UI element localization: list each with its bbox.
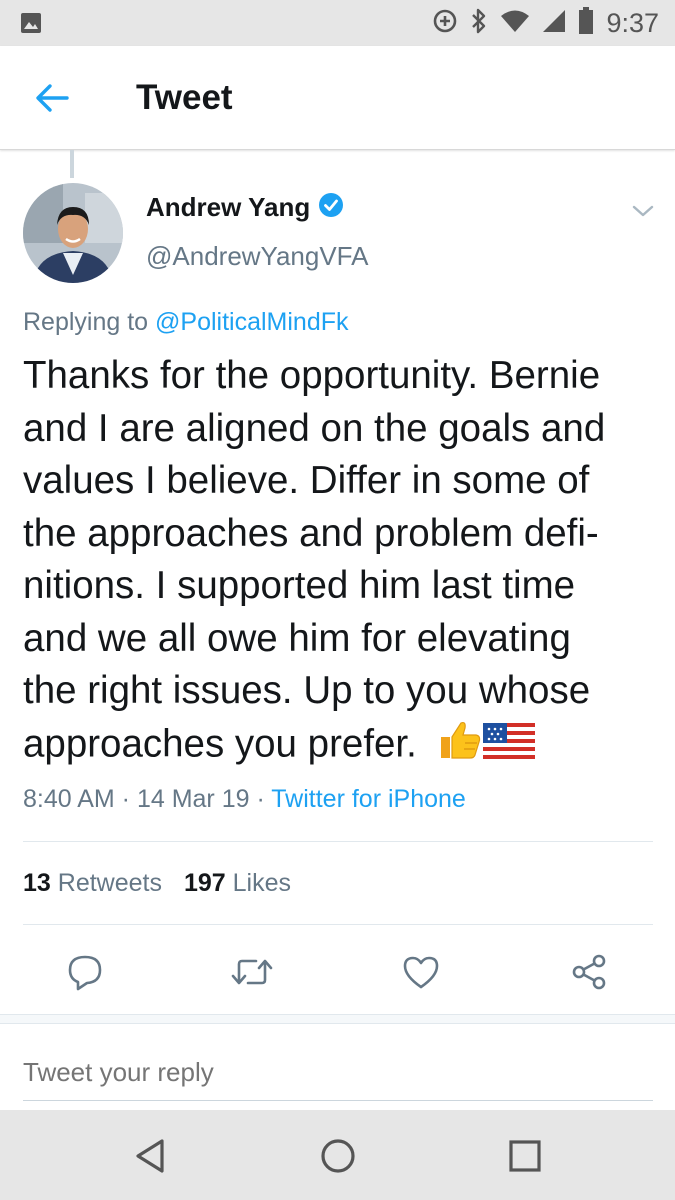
recents-square-icon[interactable] [501, 1132, 549, 1180]
divider [23, 924, 653, 925]
tweet-text-line: Thanks for the opportunity. Bernie [23, 354, 601, 397]
tweet-text-line: the right issues. Up to you whose [23, 669, 591, 712]
emoji-group [437, 718, 535, 775]
tweet-actions [0, 944, 675, 1000]
likes-label: Likes [232, 869, 292, 897]
navigation-bar [0, 1110, 675, 1200]
author-handle[interactable]: @AndrewYangVFA [146, 241, 368, 272]
replying-to-mention[interactable]: @PoliticalMindFk [155, 308, 348, 336]
author-name[interactable]: Andrew Yang [146, 192, 310, 223]
page-title: Tweet [136, 78, 233, 117]
verified-badge-icon [318, 192, 344, 223]
retweet-icon[interactable] [230, 950, 274, 994]
likes-stat[interactable]: 197 Likes [184, 869, 291, 898]
tweet-text-line: and I are aligned on the goals and [23, 406, 606, 450]
retweets-count: 13 [23, 869, 51, 897]
back-triangle-icon[interactable] [126, 1132, 174, 1180]
tweet-text-line: and we all owe him for elevating [23, 616, 571, 660]
bluetooth-icon [470, 7, 488, 40]
status-clock: 9:37 [606, 7, 659, 38]
status-bar: 9:37 [0, 0, 675, 46]
share-icon[interactable] [567, 950, 611, 994]
tweet-text: Thanks for the opportunity. Bernie and I… [23, 350, 663, 770]
data-saver-icon [432, 8, 458, 39]
replying-to-line: Replying to @PoliticalMindFk [23, 308, 349, 337]
meta-separator: · [249, 785, 272, 813]
battery-icon [578, 6, 594, 40]
tweet-source-link[interactable]: Twitter for iPhone [271, 785, 466, 813]
thumbs-up-emoji [440, 721, 480, 759]
reply-input-underline [23, 1100, 653, 1101]
tweet-meta: 8:40 AM · 14 Mar 19 · Twitter for iPhone [23, 785, 466, 814]
likes-count: 197 [183, 869, 226, 897]
retweets-label: Retweets [57, 869, 162, 897]
thread-connector-line [70, 150, 74, 178]
section-separator [0, 1014, 675, 1024]
tweet-text-line: approaches you prefer. [23, 721, 417, 765]
tweet-date: 14 Mar 19 [136, 785, 250, 813]
avatar[interactable] [23, 183, 123, 283]
retweets-stat[interactable]: 13 Retweets [23, 869, 162, 898]
image-icon [20, 12, 42, 39]
tweet-text-line: values I believe. Differ in some of [23, 459, 590, 502]
tweet-time: 8:40 AM [23, 785, 115, 813]
app-bar: Tweet [0, 46, 675, 150]
chevron-down-icon[interactable] [628, 196, 658, 226]
wifi-icon [500, 9, 530, 38]
tweet-stats: 13 Retweets 197 Likes [23, 869, 291, 898]
home-circle-icon[interactable] [314, 1132, 362, 1180]
reply-input[interactable] [23, 1050, 653, 1094]
divider [23, 841, 653, 842]
meta-separator: · [114, 785, 137, 813]
us-flag-emoji [482, 722, 535, 759]
back-arrow-icon[interactable] [30, 76, 74, 120]
signal-icon [542, 9, 566, 38]
like-icon[interactable] [399, 950, 443, 994]
reply-icon[interactable] [63, 950, 107, 994]
tweet-text-line: the approaches and problem defi- [23, 511, 599, 555]
replying-to-label: Replying to [23, 308, 156, 336]
tweet-text-line: nitions. I supported him last time [23, 564, 576, 607]
tweet-text-line-last: approaches you prefer. [23, 718, 663, 771]
